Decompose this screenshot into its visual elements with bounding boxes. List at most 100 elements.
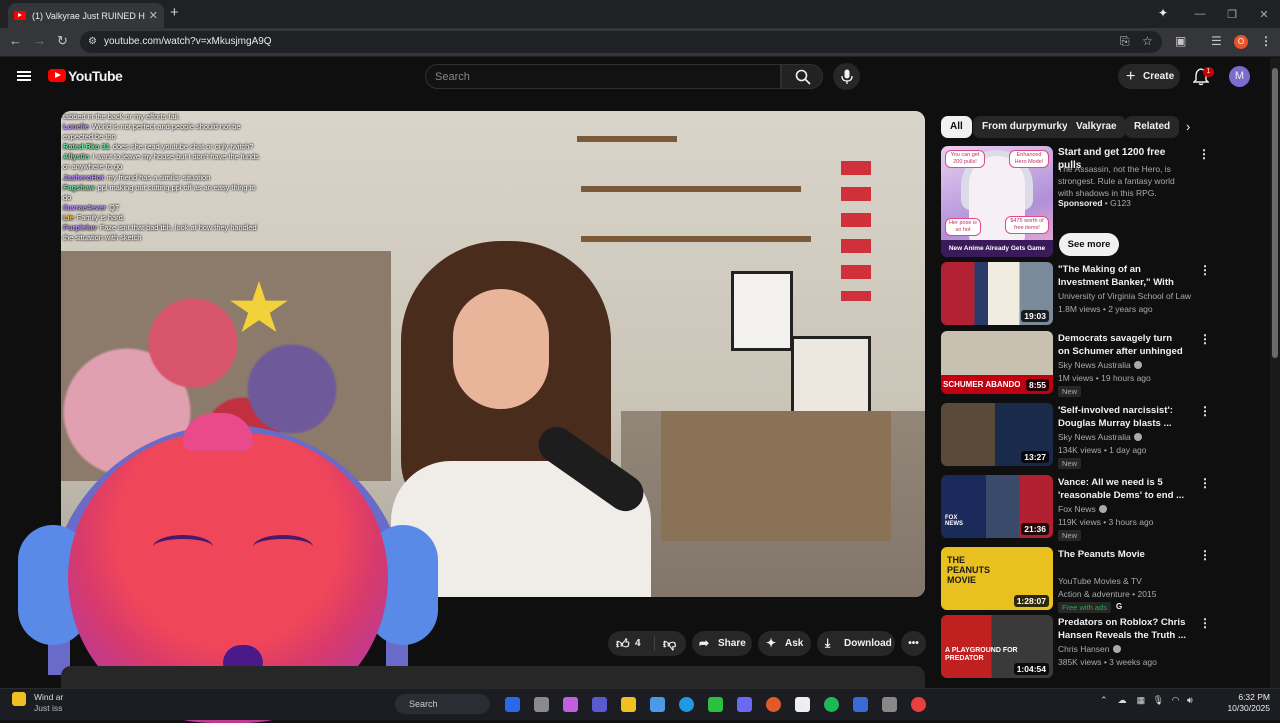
chrome-profile-icon[interactable] (911, 697, 926, 712)
network-icon[interactable]: ▦ (1137, 695, 1146, 705)
task-view-icon[interactable] (534, 697, 549, 712)
video-title[interactable]: The Peanuts Movie (1058, 548, 1186, 561)
filter-chip[interactable]: From durpymurky (973, 116, 1077, 138)
like-thumb-icon[interactable]: 👍︎ (616, 631, 630, 656)
file-explorer-icon[interactable] (621, 697, 636, 712)
scrollbar-thumb[interactable] (1272, 68, 1278, 358)
tray-chevron-icon[interactable]: ⌃ (1100, 695, 1108, 705)
forward-arrow-icon[interactable]: → (33, 33, 46, 48)
video-menu-icon[interactable]: ⋮ (1199, 333, 1211, 345)
recommended-video[interactable]: SCHUMER ABANDO 8:55 Democrats savagely tur… (941, 331, 1271, 397)
chevron-right-icon[interactable]: › (1186, 119, 1190, 134)
close-window-button[interactable]: ✕ (1248, 8, 1280, 21)
maximize-button[interactable]: ❐ (1216, 8, 1248, 21)
wall-frame (791, 336, 871, 416)
spotify-icon[interactable] (824, 697, 839, 712)
page-scrollbar[interactable] (1270, 58, 1280, 688)
site-info-icon[interactable]: ⚙ (88, 31, 97, 53)
copilot-icon[interactable] (505, 697, 520, 712)
wifi-icon[interactable]: ◠ (1172, 695, 1180, 705)
browser-menu-icon[interactable]: ⋮ (1260, 34, 1272, 48)
teams-icon[interactable] (592, 697, 607, 712)
close-tab-icon[interactable]: ✕ (149, 9, 158, 22)
browser-profile-avatar[interactable]: O (1234, 35, 1248, 49)
ad-thumbnail[interactable]: You can get 200 pulls! Enhanced Hero Mod… (941, 146, 1053, 257)
video-title[interactable]: Democrats savagely turn on Schumer after… (1058, 332, 1186, 358)
taskbar-clock[interactable]: 6:32 PM 10/30/2025 (1224, 692, 1270, 714)
see-more-button[interactable]: See more (1059, 233, 1119, 256)
recommended-video[interactable]: FOX NEWS 21:36 Vance: All we need is 5 're… (941, 475, 1271, 541)
dislike-thumb-icon[interactable]: 👎︎ (663, 631, 676, 656)
video-title[interactable]: Predators on Roblox? Chris Hansen Reveal… (1058, 616, 1186, 642)
channel-name[interactable]: Fox News (1058, 504, 1096, 514)
share-button[interactable]: ➦ Share (692, 631, 752, 656)
channel-name[interactable]: Sky News Australia (1058, 432, 1131, 442)
like-count[interactable]: 4 (635, 631, 641, 656)
video-menu-icon[interactable]: ⋮ (1199, 477, 1211, 489)
create-button[interactable]: + Create (1118, 64, 1180, 89)
mic-tray-icon[interactable]: 🎙︎ (1153, 695, 1164, 705)
cloud-icon[interactable]: ☁ (1118, 695, 1127, 705)
channel-name[interactable]: Sky News Australia (1058, 360, 1131, 370)
capcut-icon[interactable] (795, 697, 810, 712)
account-avatar[interactable]: M (1229, 66, 1250, 87)
reload-icon[interactable]: ↻ (57, 33, 68, 49)
back-arrow-icon[interactable]: ← (9, 33, 22, 48)
xbox-icon[interactable] (708, 697, 723, 712)
search-input[interactable]: Search (425, 64, 781, 89)
ad-menu-icon[interactable]: ⋮ (1198, 148, 1210, 160)
more-actions-button[interactable]: ••• (901, 631, 926, 656)
taskbar-search[interactable]: Search (395, 694, 490, 714)
install-app-icon[interactable]: ⎘ (1120, 34, 1130, 49)
video-thumbnail[interactable]: SCHUMER ABANDO 8:55 (941, 331, 1053, 394)
video-title[interactable]: "The Making of an Investment Banker," Wi… (1058, 263, 1186, 289)
edge-icon[interactable] (679, 697, 694, 712)
video-thumbnail[interactable]: THE PEANUTS MOVIE 1:28:07 (941, 547, 1053, 610)
filter-chip[interactable]: Related (1125, 116, 1180, 138)
browser-tab[interactable]: (1) Valkyrae Just RUINED Her C ✕ (8, 3, 164, 28)
bookmark-star-icon[interactable]: ☆ (1142, 34, 1153, 48)
settings-icon[interactable] (882, 697, 897, 712)
filter-chip[interactable]: Valkyrae (1067, 116, 1126, 138)
media-controls-icon[interactable]: ☰ (1211, 34, 1222, 48)
youtube-logo-text[interactable]: YouTube (68, 68, 123, 84)
channel-name[interactable]: Chris Hansen (1058, 644, 1110, 654)
volume-icon[interactable]: 🔊︎ (1187, 695, 1193, 705)
download-icon: ⤓ (825, 636, 831, 650)
video-meta: 385K views • 3 weeks ago (1058, 657, 1157, 667)
search-button[interactable] (781, 64, 823, 89)
video-menu-icon[interactable]: ⋮ (1199, 617, 1211, 629)
voice-search-button[interactable] (833, 63, 860, 90)
recommended-video[interactable]: A PLAYGROUND FOR PREDATOR 1:04:54 Predator… (941, 615, 1271, 681)
recommended-video[interactable]: 13:27 'Self-involved narcissist': Douglas… (941, 403, 1271, 469)
download-button[interactable]: ⤓ Download (817, 631, 895, 656)
video-menu-icon[interactable]: ⋮ (1199, 405, 1211, 417)
hamburger-menu-icon[interactable] (17, 71, 31, 81)
store-icon[interactable] (650, 697, 665, 712)
vpn-icon[interactable] (737, 697, 752, 712)
copilot-app-icon[interactable] (563, 697, 578, 712)
video-thumbnail[interactable]: 13:27 (941, 403, 1053, 466)
gemini-sparkle-icon[interactable]: ✦ (1158, 6, 1168, 20)
plus-icon: + (1126, 68, 1136, 85)
youtube-logo-icon[interactable] (48, 69, 66, 82)
video-thumbnail[interactable]: 19:03 (941, 262, 1053, 325)
new-tab-button[interactable]: + (170, 4, 179, 21)
filter-chip[interactable]: All (941, 116, 972, 138)
recommended-video[interactable]: THE PEANUTS MOVIE 1:28:07 The Peanuts Movi… (941, 547, 1271, 613)
video-title[interactable]: Vance: All we need is 5 'reasonable Dems… (1058, 476, 1186, 502)
video-thumbnail[interactable]: A PLAYGROUND FOR PREDATOR 1:04:54 (941, 615, 1053, 678)
side-panel-icon[interactable]: ▣ (1175, 34, 1186, 48)
app-icon[interactable] (853, 697, 868, 712)
address-bar[interactable]: ⚙ youtube.com/watch?v=xMkusjmgA9Q (80, 31, 1162, 53)
channel-name[interactable]: University of Virginia School of Law (1058, 291, 1191, 301)
ask-button[interactable]: ✦ Ask (758, 631, 811, 656)
video-thumbnail[interactable]: FOX NEWS 21:36 (941, 475, 1053, 538)
video-menu-icon[interactable]: ⋮ (1199, 264, 1211, 276)
video-title[interactable]: 'Self-involved narcissist': Douglas Murr… (1058, 404, 1186, 430)
channel-name[interactable]: YouTube Movies & TV (1058, 576, 1142, 586)
video-menu-icon[interactable]: ⋮ (1199, 549, 1211, 561)
chrome-icon[interactable] (766, 697, 781, 712)
minimize-button[interactable]: — (1184, 8, 1216, 20)
recommended-video[interactable]: 19:03 "The Making of an Investment Banker… (941, 262, 1271, 328)
